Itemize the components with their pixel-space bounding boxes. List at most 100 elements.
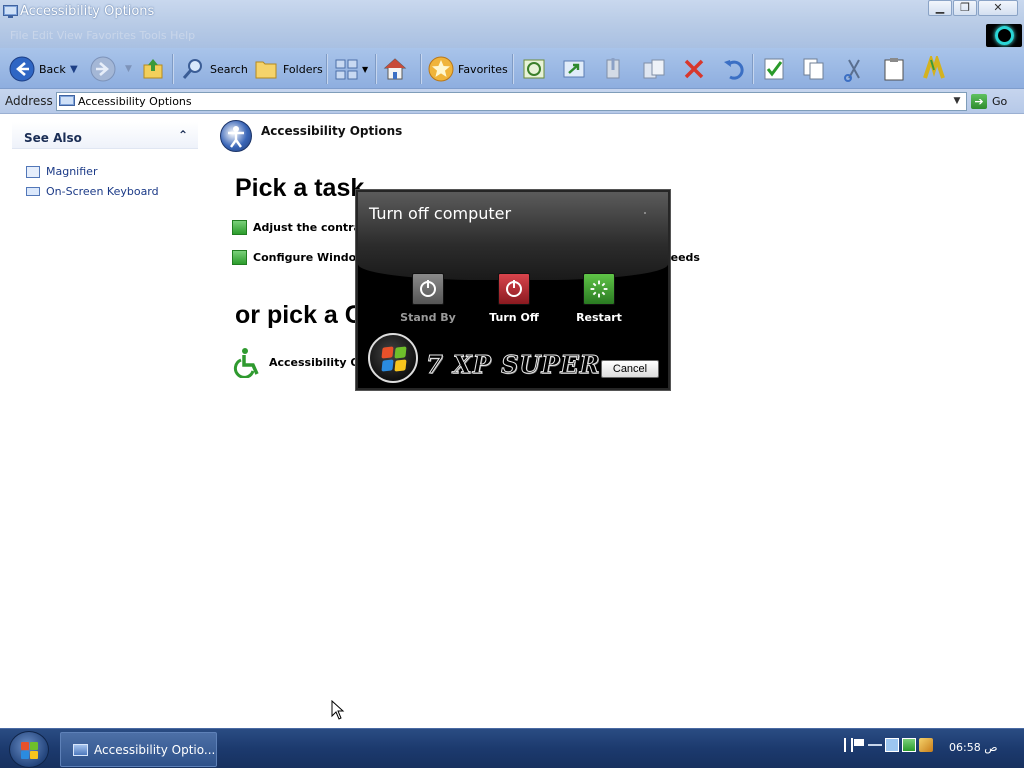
clock[interactable]: 06:58 ص — [949, 741, 998, 754]
toolbar-separator — [375, 54, 376, 84]
delete-icon — [684, 59, 704, 79]
folders-label: Folders — [283, 62, 323, 76]
flag-icon[interactable] — [851, 738, 865, 752]
restart-label[interactable]: Restart — [559, 311, 639, 324]
copy-button[interactable] — [801, 54, 827, 84]
toolbar-separator — [512, 54, 513, 84]
close-button[interactable]: ✕ — [978, 0, 1018, 16]
menu-bar: File Edit View Favorites Tools Help — [0, 24, 1024, 48]
toolbar-separator — [752, 54, 753, 84]
category-header: Accessibility Options — [220, 120, 402, 152]
cut-button[interactable] — [841, 54, 867, 84]
address-value: Accessibility Options — [78, 95, 192, 108]
windows-logo-icon — [368, 333, 418, 383]
clipboard-button[interactable] — [881, 54, 907, 84]
undo-icon — [724, 60, 744, 80]
back-button[interactable]: Back — [9, 54, 66, 84]
see-also-item-on-screen-keyboard[interactable]: On-Screen Keyboard — [26, 185, 159, 198]
cancel-button[interactable]: Cancel — [601, 360, 659, 378]
views-icon — [335, 59, 358, 80]
search-button[interactable]: Search — [180, 54, 248, 84]
title-bar: Accessibility Options ▁ ❐ ✕ — [0, 0, 1024, 24]
collapse-chevron-icon[interactable]: ⌃ — [178, 128, 188, 142]
see-also-header[interactable]: See Also ⌃ — [12, 122, 198, 149]
turn-off-button[interactable] — [498, 273, 530, 305]
paste-to-button[interactable] — [641, 54, 667, 84]
task-icon — [232, 220, 247, 235]
move-to-icon — [563, 60, 585, 78]
mouse-cursor-icon — [331, 700, 345, 720]
stand-by-label[interactable]: Stand By — [388, 311, 468, 324]
back-dropdown-button[interactable]: ▼ — [70, 54, 78, 84]
start-logo-quad — [21, 751, 29, 759]
address-input[interactable]: Accessibility Options ▼ — [56, 92, 967, 111]
menu-bar-ghost-text: File Edit View Favorites Tools Help — [10, 29, 196, 42]
toolbar: Back ▼ ▼ Search Folders ▼ Favorites — [0, 48, 1024, 89]
copy-icon — [803, 58, 824, 80]
customize-button[interactable] — [921, 54, 947, 84]
see-also-title: See Also — [24, 131, 82, 145]
chevron-down-icon: ▼ — [70, 63, 78, 75]
search-label: Search — [210, 62, 248, 76]
turn-off-dialog: Turn off computer Stand By Turn Off Rest… — [356, 190, 670, 390]
stand-by-button[interactable] — [412, 273, 444, 305]
toolbar-separator — [420, 54, 421, 84]
move-to-button[interactable] — [561, 54, 587, 84]
turn-off-label[interactable]: Turn Off — [474, 311, 554, 324]
taskbar-item-label: Accessibility Optio... — [94, 742, 216, 757]
category-title: Accessibility Options — [261, 124, 403, 138]
home-button[interactable] — [382, 54, 408, 84]
screen-icon[interactable] — [885, 738, 899, 752]
dialog-title: Turn off computer — [369, 204, 512, 223]
forward-dropdown-button[interactable]: ▼ — [125, 54, 132, 84]
delete-button[interactable] — [681, 54, 707, 84]
copy-to-button[interactable] — [601, 54, 627, 84]
folders-button[interactable]: Folders — [253, 54, 323, 84]
network-icon[interactable] — [868, 738, 882, 752]
accessibility-category-icon — [220, 120, 252, 152]
history-button[interactable] — [521, 54, 547, 84]
forward-button[interactable] — [90, 54, 116, 84]
restart-icon — [590, 280, 608, 298]
see-also-item-label: Magnifier — [46, 165, 98, 178]
control-panel-icon — [3, 5, 18, 18]
scissors-icon — [844, 59, 860, 82]
control-panel-icon — [59, 95, 75, 106]
up-folder-button[interactable] — [140, 54, 166, 84]
taskbar: Accessibility Optio... 06:58 ص — [0, 728, 1024, 768]
task-icon — [232, 250, 247, 265]
star-icon — [428, 56, 454, 82]
home-icon — [383, 58, 407, 80]
copy-to-icon — [606, 58, 620, 79]
customize-icon — [923, 56, 945, 79]
properties-button[interactable] — [761, 54, 787, 84]
taskbar-item-accessibility-options[interactable]: Accessibility Optio... — [60, 732, 217, 767]
address-dropdown-button[interactable]: ▼ — [948, 93, 966, 110]
undo-button[interactable] — [721, 54, 747, 84]
system-tray — [844, 738, 936, 752]
dialog-dot — [644, 212, 646, 214]
paste-icon — [643, 59, 665, 79]
magnifier-icon — [26, 165, 40, 178]
start-button[interactable] — [9, 731, 49, 768]
favorites-button[interactable]: Favorites — [428, 54, 508, 84]
restore-button[interactable]: ❐ — [953, 0, 977, 16]
up-folder-icon — [143, 59, 163, 79]
restart-button[interactable] — [583, 273, 615, 305]
minimize-button[interactable]: ▁ — [928, 0, 952, 16]
views-button[interactable]: ▼ — [334, 54, 368, 84]
wheelchair-icon[interactable] — [231, 346, 263, 378]
throbber-ring — [995, 26, 1014, 45]
window-title: Accessibility Options — [20, 4, 155, 19]
go-arrow-icon: ➔ — [971, 94, 987, 109]
address-bar: Address Accessibility Options ▼ ➔ Go — [0, 89, 1024, 114]
keyboard-icon — [26, 187, 40, 196]
security-icon[interactable] — [919, 738, 933, 752]
volume-icon[interactable] — [902, 738, 916, 752]
go-button[interactable]: ➔ Go — [971, 92, 1021, 111]
see-also-item-magnifier[interactable]: Magnifier — [26, 165, 97, 178]
back-label: Back — [39, 62, 66, 76]
see-also-panel: See Also ⌃ Magnifier On-Screen Keyboard — [12, 122, 198, 202]
toolbar-separator — [172, 54, 173, 84]
chevron-down-icon: ▼ — [362, 64, 369, 74]
